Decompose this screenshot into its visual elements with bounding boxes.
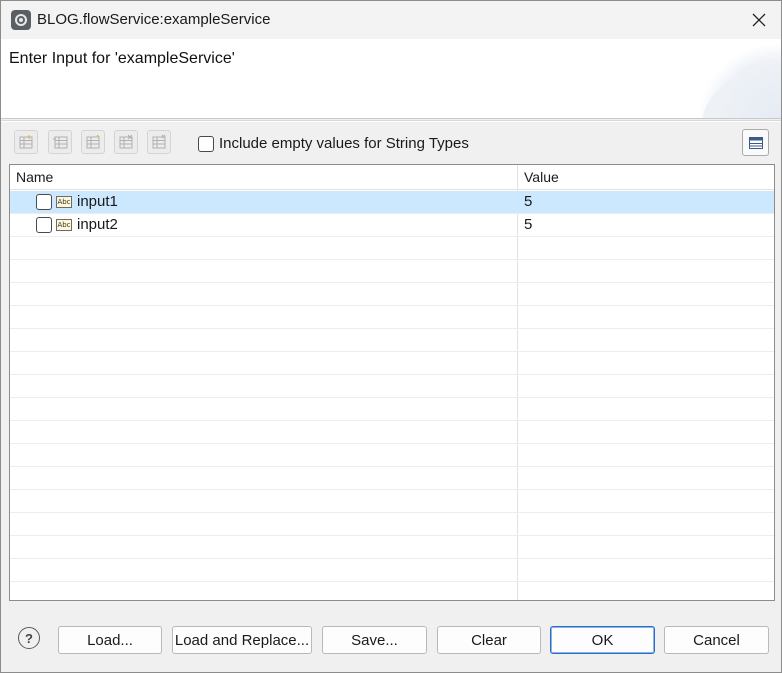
clear-button[interactable]: Clear [437, 626, 541, 654]
window-title: BLOG.flowService:exampleService [37, 11, 271, 28]
row-name: input2 [77, 216, 118, 233]
close-icon [752, 13, 766, 27]
table-row[interactable]: Abc input1 5 [10, 191, 774, 214]
add-row-button[interactable] [14, 130, 38, 154]
app-icon [11, 10, 31, 30]
header-separator [1, 120, 781, 122]
save-button[interactable]: Save... [322, 626, 427, 654]
row-checkbox[interactable] [36, 217, 52, 233]
empty-table-row[interactable] [10, 260, 774, 283]
delete-all-button[interactable] [147, 130, 171, 154]
title-bar[interactable]: BLOG.flowService:exampleService [1, 1, 781, 39]
empty-table-row[interactable] [10, 490, 774, 513]
row-checkbox[interactable] [36, 194, 52, 210]
include-empty-label: Include empty values for String Types [219, 135, 469, 152]
empty-table-row[interactable] [10, 329, 774, 352]
include-empty-option[interactable]: Include empty values for String Types [198, 135, 469, 152]
ok-button[interactable]: OK [550, 626, 655, 654]
toolbar: Include empty values for String Types [1, 123, 781, 163]
string-type-icon: Abc [56, 219, 72, 231]
load-and-replace-button[interactable]: Load and Replace... [172, 626, 312, 654]
insert-row-icon [53, 136, 68, 149]
empty-table-row[interactable] [10, 467, 774, 490]
empty-table-row[interactable] [10, 582, 774, 600]
table-view-icon [748, 136, 763, 149]
column-header-name[interactable]: Name [16, 169, 53, 185]
row-value[interactable]: 5 [524, 193, 532, 210]
delete-all-icon [152, 134, 166, 149]
delete-row-button[interactable] [114, 130, 138, 154]
close-button[interactable] [737, 1, 781, 39]
empty-table-row[interactable] [10, 375, 774, 398]
add-child-icon [86, 134, 100, 149]
empty-table-row[interactable] [10, 513, 774, 536]
button-bar: ? Load... Load and Replace... Save... Cl… [1, 606, 781, 672]
delete-row-icon [119, 134, 133, 149]
empty-table-row[interactable] [10, 559, 774, 582]
cancel-button[interactable]: Cancel [664, 626, 769, 654]
empty-table-row[interactable] [10, 421, 774, 444]
include-empty-checkbox[interactable] [198, 135, 214, 152]
header-banner: Enter Input for 'exampleService' [1, 39, 781, 119]
add-child-button[interactable] [81, 130, 105, 154]
load-button[interactable]: Load... [58, 626, 162, 654]
table-row[interactable]: Abc input2 5 [10, 214, 774, 237]
empty-table-row[interactable] [10, 536, 774, 559]
help-button[interactable]: ? [18, 627, 40, 649]
view-toggle-button[interactable] [742, 129, 769, 156]
dialog-window: BLOG.flowService:exampleService Enter In… [0, 0, 782, 673]
row-name: input1 [77, 193, 118, 210]
empty-table-row[interactable] [10, 444, 774, 467]
add-row-icon [19, 135, 33, 149]
insert-row-button[interactable] [48, 130, 72, 154]
empty-table-row[interactable] [10, 237, 774, 260]
empty-table-row[interactable] [10, 283, 774, 306]
empty-table-row[interactable] [10, 306, 774, 329]
table-header: Name Value [10, 165, 774, 190]
input-table[interactable]: Name Value Abc input1 5 Abc input2 5 [9, 164, 775, 601]
row-value[interactable]: 5 [524, 216, 532, 233]
empty-table-row[interactable] [10, 352, 774, 375]
empty-table-row[interactable] [10, 398, 774, 421]
column-header-value[interactable]: Value [524, 169, 559, 185]
banner-decoration-arc [701, 39, 781, 118]
string-type-icon: Abc [56, 196, 72, 208]
banner-title: Enter Input for 'exampleService' [9, 50, 235, 67]
